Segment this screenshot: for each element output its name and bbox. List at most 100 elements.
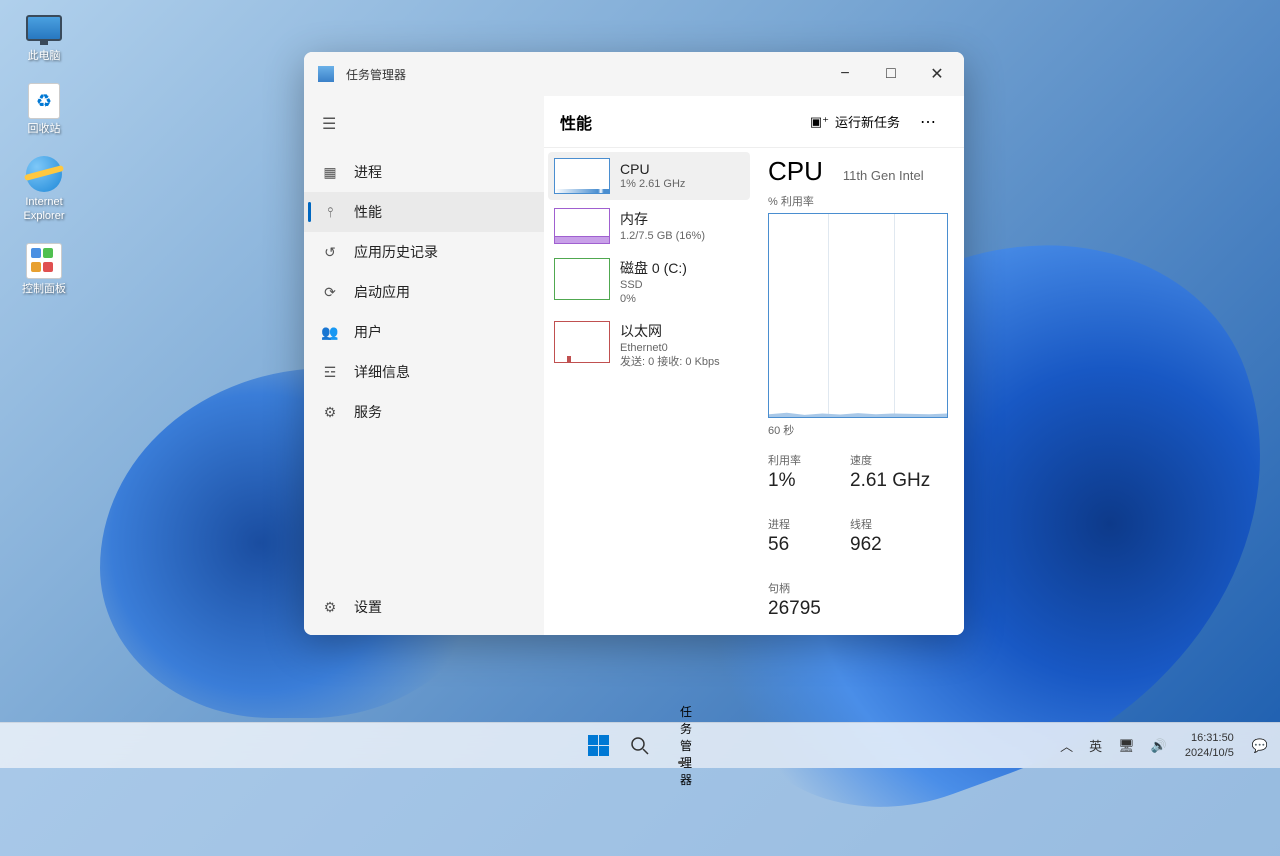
perf-item-cpu[interactable]: CPU 1% 2.61 GHz <box>548 152 750 200</box>
nav-label: 设置 <box>354 597 382 617</box>
content-pane: 性能 ▣⁺ 运行新任务 ⋯ CPU 1% 2.61 GHz <box>544 96 964 635</box>
taskbar-app-task-manager[interactable]: 任务管理器 <box>662 726 702 766</box>
tray-volume-button[interactable]: 🔊 <box>1145 726 1173 766</box>
app-icon <box>318 66 334 82</box>
network-icon: 🖥 <box>1118 738 1135 754</box>
perf-item-stat: Ethernet0 <box>620 341 720 355</box>
hamburger-button[interactable]: ☰ <box>304 104 544 144</box>
nav-startup[interactable]: ⟳ 启动应用 <box>304 272 544 312</box>
nav-label: 用户 <box>354 322 382 342</box>
cpu-usage-graph <box>768 213 948 418</box>
perf-item-name: 以太网 <box>620 321 720 341</box>
stat-label: 进程 <box>768 516 818 532</box>
start-button[interactable] <box>578 726 618 766</box>
desktop-icon-control-panel[interactable]: 控制面板 <box>8 241 80 296</box>
perf-item-ethernet[interactable]: 以太网 Ethernet0 发送: 0 接收: 0 Kbps <box>548 315 750 376</box>
pulse-icon: ⫯ <box>322 204 338 220</box>
tray-network-button[interactable]: 🖥 <box>1112 726 1141 766</box>
desktop-icon-label: 回收站 <box>28 123 61 136</box>
nav-app-history[interactable]: ↺ 应用历史记录 <box>304 232 544 272</box>
ethernet-thumb-icon <box>554 321 610 363</box>
tray-ime-button[interactable]: 英 <box>1083 726 1108 766</box>
stat-label: 线程 <box>850 516 900 532</box>
perf-item-stat: 1% 2.61 GHz <box>620 177 685 191</box>
monitor-icon <box>24 8 64 48</box>
cpu-stats: 利用率1% 速度2.61 GHz 进程56 线程962 句柄26795 正常运行… <box>768 452 964 635</box>
desktop-icon-recycle-bin[interactable]: ♻ 回收站 <box>8 81 80 136</box>
graph-bottom-label: 60 秒 <box>768 422 964 438</box>
tray-overflow-button[interactable]: ︿ <box>1054 726 1079 766</box>
stat-label: 句柄 <box>768 580 821 596</box>
history-icon: ↺ <box>322 244 338 260</box>
desktop-icons: 此电脑 ♻ 回收站 Internet Explorer 控制面板 <box>8 8 80 296</box>
search-icon <box>630 736 650 756</box>
windows-logo-icon <box>588 735 609 756</box>
more-options-button[interactable]: ⋯ <box>910 106 948 138</box>
performance-list: CPU 1% 2.61 GHz 内存 1.2/7.5 GB (16%) <box>544 148 754 635</box>
perf-item-stat: SSD <box>620 278 687 292</box>
maximize-button[interactable]: □ <box>868 58 914 90</box>
users-icon: 👥 <box>322 324 338 340</box>
grid-icon: ▦ <box>322 164 338 180</box>
perf-item-memory[interactable]: 内存 1.2/7.5 GB (16%) <box>548 202 750 250</box>
close-button[interactable]: ✕ <box>914 58 960 90</box>
notification-icon: 💬 <box>1252 738 1268 754</box>
tray-notifications-button[interactable]: 💬 <box>1246 726 1274 766</box>
performance-detail: CPU 11th Gen Intel % 利用率 60 秒 利用率1% 速度2.… <box>754 148 964 635</box>
nav-label: 性能 <box>354 202 382 222</box>
nav-users[interactable]: 👥 用户 <box>304 312 544 352</box>
run-task-icon: ▣⁺ <box>810 114 829 130</box>
nav-details[interactable]: ☲ 详细信息 <box>304 352 544 392</box>
perf-item-stat: 发送: 0 接收: 0 Kbps <box>620 355 720 369</box>
perf-item-name: CPU <box>620 161 685 177</box>
sidebar: ☰ ▦ 进程 ⫯ 性能 ↺ 应用历史记录 ⟳ 启动应用 <box>304 96 544 635</box>
minimize-button[interactable]: − <box>822 58 868 90</box>
nav-label: 启动应用 <box>354 282 410 302</box>
nav-label: 应用历史记录 <box>354 242 438 262</box>
content-header: 性能 ▣⁺ 运行新任务 ⋯ <box>544 96 964 148</box>
run-new-task-button[interactable]: ▣⁺ 运行新任务 <box>800 106 910 137</box>
titlebar[interactable]: 任务管理器 − □ ✕ <box>304 52 964 96</box>
desktop-icon-internet-explorer[interactable]: Internet Explorer <box>8 154 80 222</box>
memory-thumb-icon <box>554 208 610 244</box>
perf-item-name: 内存 <box>620 209 705 229</box>
perf-item-name: 磁盘 0 (C:) <box>620 258 687 278</box>
volume-icon: 🔊 <box>1151 738 1167 754</box>
run-task-label: 运行新任务 <box>835 112 900 131</box>
stat-value: 2.61 GHz <box>850 470 930 492</box>
stat-value: 56 <box>768 534 818 556</box>
settings-icon: ⚙ <box>322 599 338 615</box>
ie-icon <box>24 154 64 194</box>
chevron-up-icon: ︿ <box>1060 736 1073 755</box>
stat-value: 1% <box>768 470 818 492</box>
stat-label: 速度 <box>850 452 930 468</box>
nav-label: 服务 <box>354 402 382 422</box>
nav-label: 详细信息 <box>354 362 410 382</box>
detail-subtitle: 11th Gen Intel <box>843 168 924 183</box>
graph-top-label: % 利用率 <box>768 193 964 209</box>
perf-item-disk[interactable]: 磁盘 0 (C:) SSD 0% <box>548 252 750 313</box>
perf-item-stat: 1.2/7.5 GB (16%) <box>620 229 705 243</box>
nav-settings[interactable]: ⚙ 设置 <box>304 587 544 627</box>
window-title: 任务管理器 <box>346 66 822 83</box>
speedometer-icon: ⟳ <box>322 284 338 300</box>
tray-clock[interactable]: 16:31:50 2024/10/5 <box>1177 726 1242 766</box>
page-title: 性能 <box>560 110 800 134</box>
desktop-icon-label: 此电脑 <box>28 50 61 63</box>
stat-label: 利用率 <box>768 452 818 468</box>
disk-thumb-icon <box>554 258 610 300</box>
gear-icon: ⚙ <box>322 404 338 420</box>
desktop-icon-label: Internet Explorer <box>24 196 65 222</box>
stat-value: 962 <box>850 534 900 556</box>
nav-label: 进程 <box>354 162 382 182</box>
nav-services[interactable]: ⚙ 服务 <box>304 392 544 432</box>
desktop-icon-label: 控制面板 <box>22 283 66 296</box>
search-button[interactable] <box>620 726 660 766</box>
nav-processes[interactable]: ▦ 进程 <box>304 152 544 192</box>
perf-item-stat: 0% <box>620 292 687 306</box>
nav-performance[interactable]: ⫯ 性能 <box>304 192 544 232</box>
desktop-icon-this-pc[interactable]: 此电脑 <box>8 8 80 63</box>
taskbar: 任务管理器 ︿ 英 🖥 🔊 16:31:50 2024/10/5 💬 <box>0 722 1280 768</box>
control-panel-icon <box>24 241 64 281</box>
system-tray: ︿ 英 🖥 🔊 16:31:50 2024/10/5 💬 <box>1054 723 1280 768</box>
